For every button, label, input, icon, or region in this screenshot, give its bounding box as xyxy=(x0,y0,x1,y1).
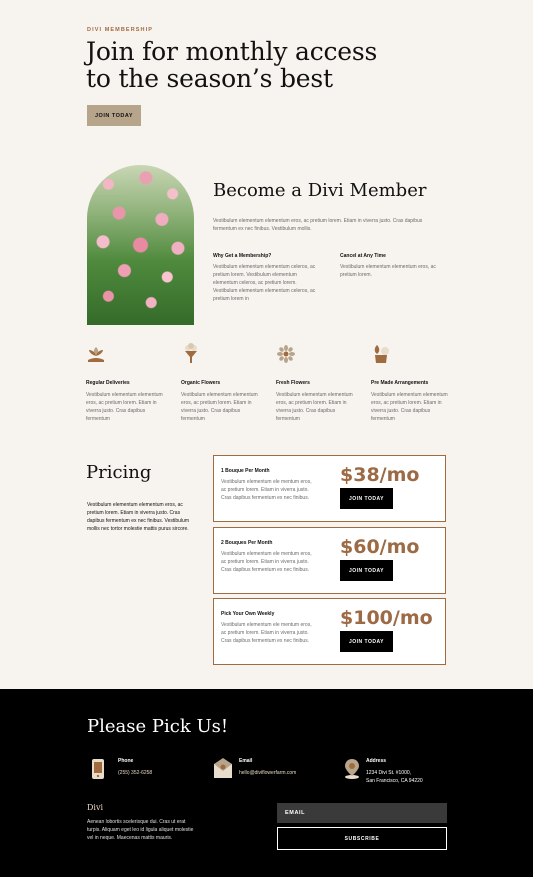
pricing-title: Pricing xyxy=(86,462,152,483)
plan-card: 2 Bouques Per Month Vestibulum elementum… xyxy=(213,527,446,594)
contact-value[interactable]: hello@diviflowerfarm.com xyxy=(239,769,296,777)
feature-regular-deliveries: Regular Deliveries Vestibulum elementum … xyxy=(86,343,166,423)
hero-title: Join for monthly access to the season’s … xyxy=(86,38,386,92)
why-title: Why Get a Membership? xyxy=(213,253,272,259)
plan-join-button[interactable]: JOIN TODAY xyxy=(340,488,393,509)
member-title: Become a Divi Member xyxy=(213,180,427,201)
bouquet-icon xyxy=(185,343,197,363)
feature-fresh-flowers: Fresh Flowers Vestibulum elementum eleme… xyxy=(276,343,356,423)
hero-join-button[interactable]: JOIN TODAY xyxy=(87,105,141,126)
plan-price: $60/mo xyxy=(340,536,420,558)
contact-label: Address xyxy=(366,758,387,764)
plan-name: 1 Bouque Per Month xyxy=(221,468,270,474)
phone-icon xyxy=(92,759,104,779)
feature-title: Regular Deliveries xyxy=(86,380,130,386)
cancel-title: Cancel at Any Time xyxy=(340,253,386,259)
plant-icon xyxy=(88,347,104,362)
pricing-description: Vestibulum elementum elementum eros, ac … xyxy=(87,502,189,532)
feature-title: Fresh Flowers xyxy=(276,380,310,386)
feature-pre-made-arrangements: Pre Made Arrangements Vestibulum element… xyxy=(371,343,451,423)
feature-text: Vestibulum elementum elementum eros, ac … xyxy=(276,392,353,422)
contact-email: Email hello@diviflowerfarm.com xyxy=(213,758,296,780)
plan-name: Pick Your Own Weekly xyxy=(221,611,275,617)
envelope-icon xyxy=(214,758,232,778)
plan-join-button[interactable]: JOIN TODAY xyxy=(340,560,393,581)
feature-organic-flowers: Organic Flowers Vestibulum elementum ele… xyxy=(181,343,261,423)
contact-label: Email xyxy=(239,758,253,764)
contact-value: 1234 Divi St. #1000, xyxy=(366,770,412,776)
plan-text: Vestibulum elementum ele mentum eros, ac… xyxy=(221,622,312,644)
plan-price: $100/mo xyxy=(340,607,433,629)
contact-address: Address 1234 Divi St. #1000, San Francis… xyxy=(342,758,423,785)
membership-cancel-block: Cancel at Any Time Vestibulum elementum … xyxy=(340,253,440,279)
contact-phone: Phone (255) 352-6258 xyxy=(88,758,152,780)
plan-card: Pick Your Own Weekly Vestibulum elementu… xyxy=(213,598,446,665)
membership-why-block: Why Get a Membership? Vestibulum element… xyxy=(213,253,321,303)
subscribe-button[interactable]: SUBSCRIBE xyxy=(277,827,447,850)
feature-text: Vestibulum elementum elementum eros, ac … xyxy=(371,392,448,422)
email-field[interactable]: EMAIL xyxy=(277,803,447,823)
feature-title: Organic Flowers xyxy=(181,380,221,386)
plan-join-button[interactable]: JOIN TODAY xyxy=(340,631,393,652)
why-text: Vestibulum elementum elementum celeros, … xyxy=(213,264,316,302)
contact-value[interactable]: (255) 352-6258 xyxy=(118,769,152,777)
hero-title-line2: to the season’s best xyxy=(86,64,333,93)
footer-brand: Divi xyxy=(87,803,104,812)
footer-brand-text: Aenean lobortis scelerisque dui. Cras ut… xyxy=(87,819,194,841)
map-pin-icon xyxy=(345,759,359,779)
flower-field-image xyxy=(87,165,194,325)
contact-label: Phone xyxy=(118,758,134,764)
plan-card: 1 Bouque Per Month Vestibulum elementum … xyxy=(213,455,446,522)
plan-text: Vestibulum elementum ele mentum eros, ac… xyxy=(221,551,312,573)
hero-eyebrow: DIVI MEMBERSHIP xyxy=(87,27,154,33)
plan-price: $38/mo xyxy=(340,464,420,486)
contact-value-line2: San Francisco, CA 94220 xyxy=(366,778,423,784)
footer-title: Please Pick Us! xyxy=(87,716,229,737)
vase-icon xyxy=(374,345,389,363)
flower-icon xyxy=(277,345,295,363)
feature-text: Vestibulum elementum elementum eros, ac … xyxy=(181,392,258,422)
feature-title: Pre Made Arrangements xyxy=(371,380,429,386)
plan-text: Vestibulum elementum ele mentum eros, ac… xyxy=(221,479,312,501)
member-description: Vestibulum elementum elementum eros, ac … xyxy=(213,218,423,232)
cancel-text: Vestibulum elementum elementum eros, ac … xyxy=(340,264,436,278)
feature-text: Vestibulum elementum elementum eros, ac … xyxy=(86,392,163,422)
hero-title-line1: Join for monthly access xyxy=(86,37,378,66)
footer xyxy=(0,689,533,877)
plan-name: 2 Bouques Per Month xyxy=(221,540,273,546)
